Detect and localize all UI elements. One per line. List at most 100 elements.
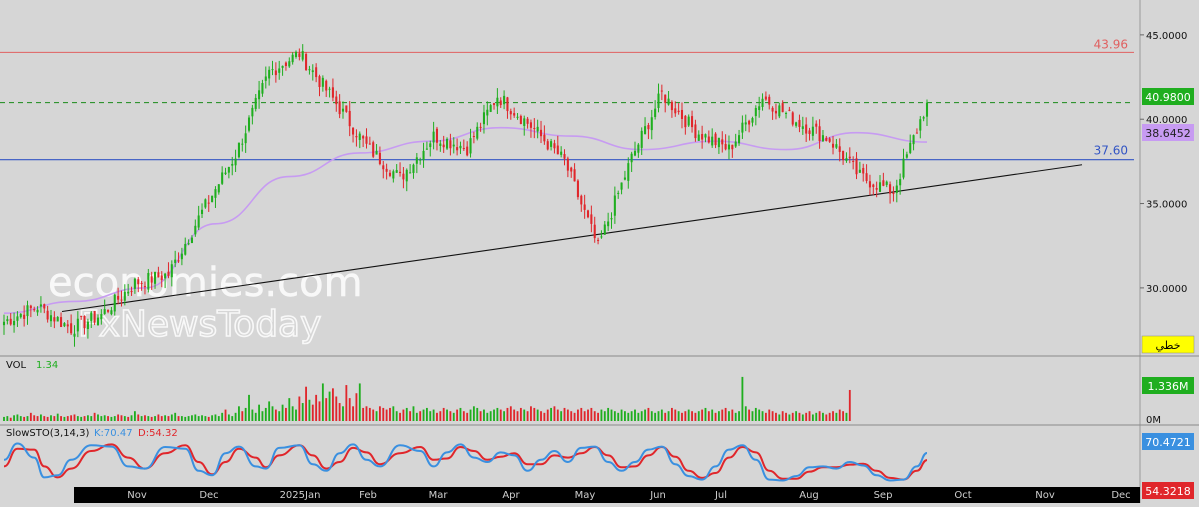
volume-bar bbox=[258, 404, 261, 421]
candle-body bbox=[831, 143, 835, 148]
candle-body bbox=[905, 154, 908, 158]
volume-bar bbox=[368, 407, 371, 421]
stochastic-k-value: 70.4721 bbox=[1145, 436, 1191, 449]
volume-bar bbox=[295, 409, 297, 421]
candle-body bbox=[647, 125, 650, 130]
candle-body bbox=[392, 171, 395, 179]
volume-bar bbox=[83, 416, 86, 421]
volume-axis-zero: 0M bbox=[1146, 415, 1161, 426]
candle-body bbox=[738, 135, 741, 144]
stock-chart[interactable]: economies.com FxNewsToday 43.96 37.60 45… bbox=[0, 0, 1199, 503]
candle-body bbox=[409, 172, 412, 174]
candle-body bbox=[674, 108, 677, 114]
scale-badge[interactable]: خطي bbox=[1141, 335, 1195, 354]
candle-body bbox=[446, 138, 449, 149]
scale-badge-label: خطي bbox=[1156, 339, 1181, 352]
volume-bar bbox=[23, 416, 26, 421]
volume-bar bbox=[546, 409, 549, 421]
candle-body bbox=[748, 120, 751, 125]
volume-bar bbox=[791, 412, 794, 421]
volume-bar bbox=[811, 414, 814, 421]
candle-body bbox=[664, 94, 667, 103]
candle-body bbox=[573, 169, 576, 182]
candle-body bbox=[328, 88, 331, 90]
candle-body bbox=[352, 127, 355, 135]
volume-bar bbox=[828, 412, 831, 421]
time-axis-label: Sep bbox=[874, 490, 893, 501]
volume-bar bbox=[392, 406, 395, 421]
candle-body bbox=[687, 116, 690, 126]
candle-body bbox=[828, 138, 831, 142]
candle-body bbox=[164, 273, 167, 279]
volume-bar bbox=[271, 406, 274, 421]
candle-body bbox=[395, 170, 398, 173]
volume-bar bbox=[345, 385, 348, 421]
candle-body bbox=[697, 134, 700, 141]
volume-value-label: 1.34 bbox=[36, 360, 58, 371]
candle-body bbox=[298, 53, 301, 57]
candle-body bbox=[768, 96, 771, 105]
candle-body bbox=[103, 309, 106, 314]
volume-bar bbox=[261, 411, 264, 421]
volume-bar bbox=[476, 407, 479, 421]
candle-body bbox=[623, 177, 626, 180]
volume-bar bbox=[701, 409, 704, 421]
candle-body bbox=[23, 314, 26, 319]
candle-body bbox=[691, 116, 694, 128]
time-axis-label: Oct bbox=[954, 490, 971, 501]
volume-bar bbox=[281, 404, 284, 421]
volume-bar bbox=[120, 415, 123, 421]
candle-body bbox=[43, 304, 46, 309]
volume-bar bbox=[613, 411, 616, 421]
candle-body bbox=[217, 184, 220, 193]
volume-bar bbox=[191, 415, 193, 421]
volume-bar bbox=[526, 411, 529, 421]
candle-body bbox=[529, 122, 532, 128]
volume-bar bbox=[174, 412, 177, 421]
price-axis-label: 45.0000 bbox=[1146, 31, 1187, 42]
time-axis-label: Jul bbox=[714, 490, 727, 501]
volume-bar bbox=[472, 406, 475, 421]
volume-bar bbox=[285, 407, 287, 421]
volume-bar bbox=[751, 411, 754, 421]
candle-body bbox=[93, 311, 96, 323]
volume-bar bbox=[583, 411, 586, 421]
candle-body bbox=[358, 133, 361, 141]
candle-body bbox=[818, 126, 821, 142]
volume-bar bbox=[845, 412, 848, 421]
candle-body bbox=[278, 68, 281, 73]
volume-bar bbox=[352, 406, 354, 421]
candle-body bbox=[694, 124, 697, 139]
volume-bar bbox=[244, 407, 247, 421]
candle-body bbox=[268, 69, 271, 79]
volume-bar bbox=[123, 416, 126, 421]
volume-bar bbox=[724, 407, 727, 421]
volume-bar bbox=[382, 407, 385, 421]
candle-body bbox=[76, 318, 79, 332]
candle-body bbox=[315, 67, 318, 78]
volume-bar bbox=[227, 414, 230, 421]
support-label: 37.60 bbox=[1094, 144, 1128, 158]
candle-body bbox=[523, 118, 526, 126]
volume-bar bbox=[503, 411, 506, 421]
candle-body bbox=[321, 77, 324, 87]
volume-badge: 1.336M bbox=[1142, 377, 1194, 394]
candle-body bbox=[466, 146, 469, 156]
volume-bar bbox=[63, 416, 66, 421]
stochastic-label: SlowSTO(3,14,3) bbox=[6, 428, 89, 439]
volume-bar bbox=[33, 415, 36, 421]
candle-body bbox=[338, 101, 341, 115]
candle-body bbox=[9, 318, 12, 325]
time-axis-label: Dec bbox=[199, 490, 218, 501]
candle-body bbox=[462, 147, 465, 149]
volume-bar bbox=[764, 412, 767, 421]
candle-body bbox=[33, 309, 36, 311]
candle-body bbox=[110, 310, 113, 315]
candle-body bbox=[415, 157, 418, 164]
volume-bar bbox=[419, 411, 422, 421]
volume-bar bbox=[818, 411, 821, 421]
volume-bar bbox=[365, 406, 368, 421]
volume-label: VOL bbox=[6, 360, 27, 371]
candle-body bbox=[80, 315, 83, 317]
volume-bar bbox=[160, 416, 163, 421]
